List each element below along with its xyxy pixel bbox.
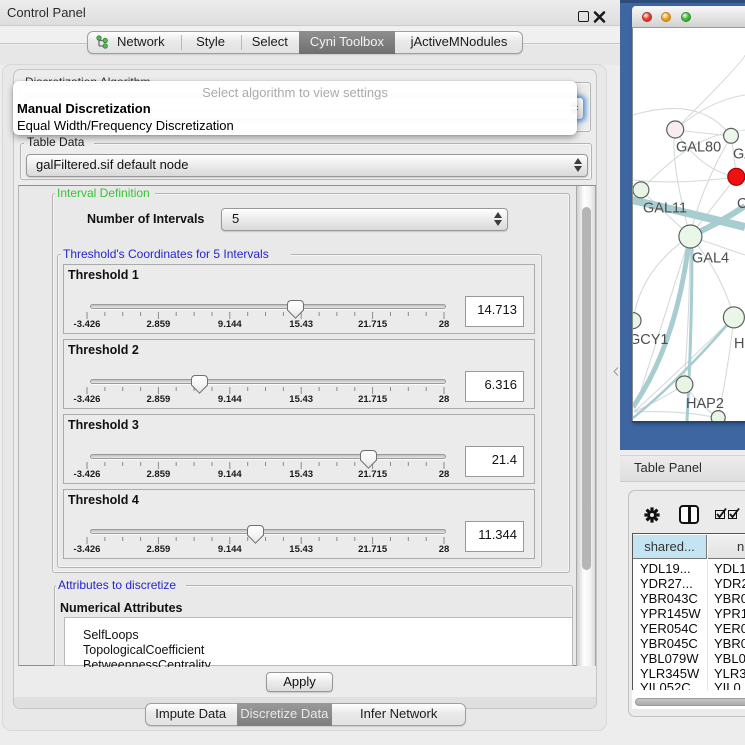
svg-text:GAL11: GAL11	[643, 201, 687, 217]
svg-text:H: H	[734, 336, 744, 352]
svg-text:GAL80: GAL80	[676, 140, 721, 156]
svg-text:C: C	[737, 196, 745, 212]
svg-text:GA: GA	[733, 147, 745, 163]
svg-text:GAL4: GAL4	[692, 251, 729, 267]
svg-text:GCY1: GCY1	[633, 332, 669, 348]
svg-text:HAP2: HAP2	[686, 396, 724, 412]
